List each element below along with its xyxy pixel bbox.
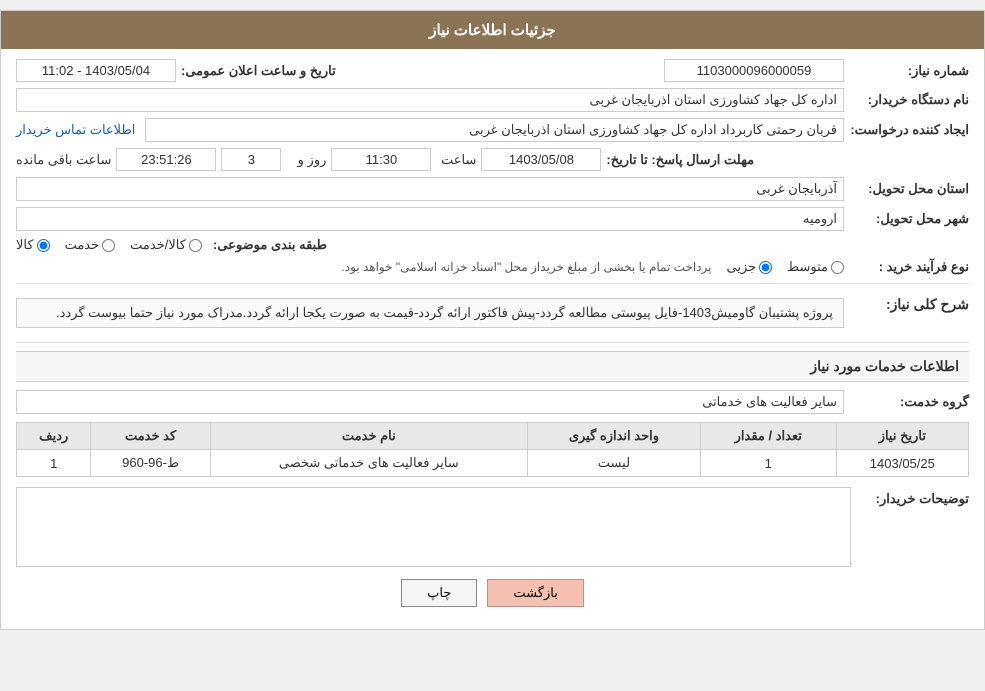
announce-datetime-label: تاریخ و ساعت اعلان عمومی: xyxy=(181,63,336,79)
reply-time-label: ساعت xyxy=(436,152,476,168)
delivery-province-label: استان محل تحویل: xyxy=(849,181,969,197)
cell-row-num: 1 xyxy=(17,450,91,477)
table-header-date: تاریخ نیاز xyxy=(836,423,968,450)
table-header-service-name: نام خدمت xyxy=(210,423,527,450)
table-header-unit: واحد اندازه گیری xyxy=(528,423,701,450)
divider-1 xyxy=(16,283,969,284)
category-label: طبقه بندی موضوعی: xyxy=(207,237,327,253)
cell-service-name: سایر فعالیت های خدماتی شخصی xyxy=(210,450,527,477)
creator-value: قربان رحمتی کاربرداد اداره کل جهاد کشاور… xyxy=(145,118,844,142)
table-row: 1403/05/25 1 لیست سایر فعالیت های خدماتی… xyxy=(17,450,969,477)
category-kala-label: کالا xyxy=(16,237,34,253)
cell-quantity: 1 xyxy=(700,450,836,477)
purchase-type-label: نوع فرآیند خرید : xyxy=(849,259,969,275)
buyer-desc-label: توضیحات خریدار: xyxy=(859,487,969,507)
buyer-desc-textarea[interactable] xyxy=(16,487,851,567)
cell-service-code: ط-96-960 xyxy=(91,450,210,477)
service-group-label: گروه خدمت: xyxy=(849,394,969,410)
purchase-type-jozi[interactable]: جزیی xyxy=(726,259,772,275)
print-button[interactable]: چاپ xyxy=(401,579,477,607)
category-khedmat-label: خدمت xyxy=(65,237,100,253)
reply-remaining-label: ساعت باقی مانده xyxy=(16,152,111,168)
services-section-title: اطلاعات خدمات مورد نیاز xyxy=(16,351,969,382)
divider-2 xyxy=(16,342,969,343)
contact-info-link[interactable]: اطلاعات تماس خریدار xyxy=(16,122,135,138)
cell-unit: لیست xyxy=(528,450,701,477)
purchase-type-motavaset-label: متوسط xyxy=(787,259,828,275)
reply-days-value: 3 xyxy=(221,148,281,171)
purchase-type-options: متوسط جزیی xyxy=(726,259,844,275)
category-kala-khedmat-label: کالا/خدمت xyxy=(130,237,186,253)
delivery-city-label: شهر محل تحویل: xyxy=(849,211,969,227)
purchase-type-motavaset[interactable]: متوسط xyxy=(787,259,844,275)
table-header-quantity: تعداد / مقدار xyxy=(700,423,836,450)
back-button[interactable]: بازگشت xyxy=(487,579,583,607)
reply-deadline-label: مهلت ارسال پاسخ: تا تاریخ: xyxy=(606,152,754,168)
need-number-label: شماره نیاز: xyxy=(849,63,969,79)
creator-label: ایجاد کننده درخواست: xyxy=(849,122,969,138)
table-header-row-num: ردیف xyxy=(17,423,91,450)
category-khedmat[interactable]: خدمت xyxy=(65,237,116,253)
description-text: پروژه پشتیبان گاومیش1403-فایل پیوستی مطا… xyxy=(16,298,844,328)
reply-time-value: 11:30 xyxy=(331,148,431,171)
services-table: تاریخ نیاز تعداد / مقدار واحد اندازه گیر… xyxy=(16,422,969,477)
buttons-row: بازگشت چاپ xyxy=(16,579,969,607)
category-options: کالا/خدمت خدمت کالا xyxy=(16,237,202,253)
reply-days-label: روز و xyxy=(286,152,326,168)
delivery-province-value: آذربایجان غربی xyxy=(16,177,844,201)
page-title: جزئیات اطلاعات نیاز xyxy=(1,11,984,49)
buyer-org-label: نام دستگاه خریدار: xyxy=(849,92,969,108)
cell-need-date: 1403/05/25 xyxy=(836,450,968,477)
need-number-value: 1103000096000059 xyxy=(664,59,844,82)
buyer-org-value: اداره کل جهاد کشاورزی استان اذربایجان غر… xyxy=(16,88,844,112)
reply-remaining-value: 23:51:26 xyxy=(116,148,216,171)
category-kala-radio[interactable] xyxy=(37,239,50,252)
announce-datetime-value: 1403/05/04 - 11:02 xyxy=(16,59,176,82)
delivery-city-value: ارومیه xyxy=(16,207,844,231)
purchase-type-jozi-radio[interactable] xyxy=(759,261,772,274)
purchase-type-jozi-label: جزیی xyxy=(726,259,756,275)
category-kala-khedmat-radio[interactable] xyxy=(189,239,202,252)
category-kala-khedmat[interactable]: کالا/خدمت xyxy=(130,237,202,253)
description-section-title: شرح کلی نیاز: xyxy=(849,292,969,313)
category-khedmat-radio[interactable] xyxy=(102,239,115,252)
reply-date-value: 1403/05/08 xyxy=(481,148,601,171)
service-group-value: سایر فعالیت های خدماتی xyxy=(16,390,844,414)
purchase-type-note: پرداخت تمام یا بخشی از مبلغ خریداز محل "… xyxy=(16,260,711,274)
table-header-service-code: کد خدمت xyxy=(91,423,210,450)
category-kala[interactable]: کالا xyxy=(16,237,50,253)
purchase-type-motavaset-radio[interactable] xyxy=(831,261,844,274)
